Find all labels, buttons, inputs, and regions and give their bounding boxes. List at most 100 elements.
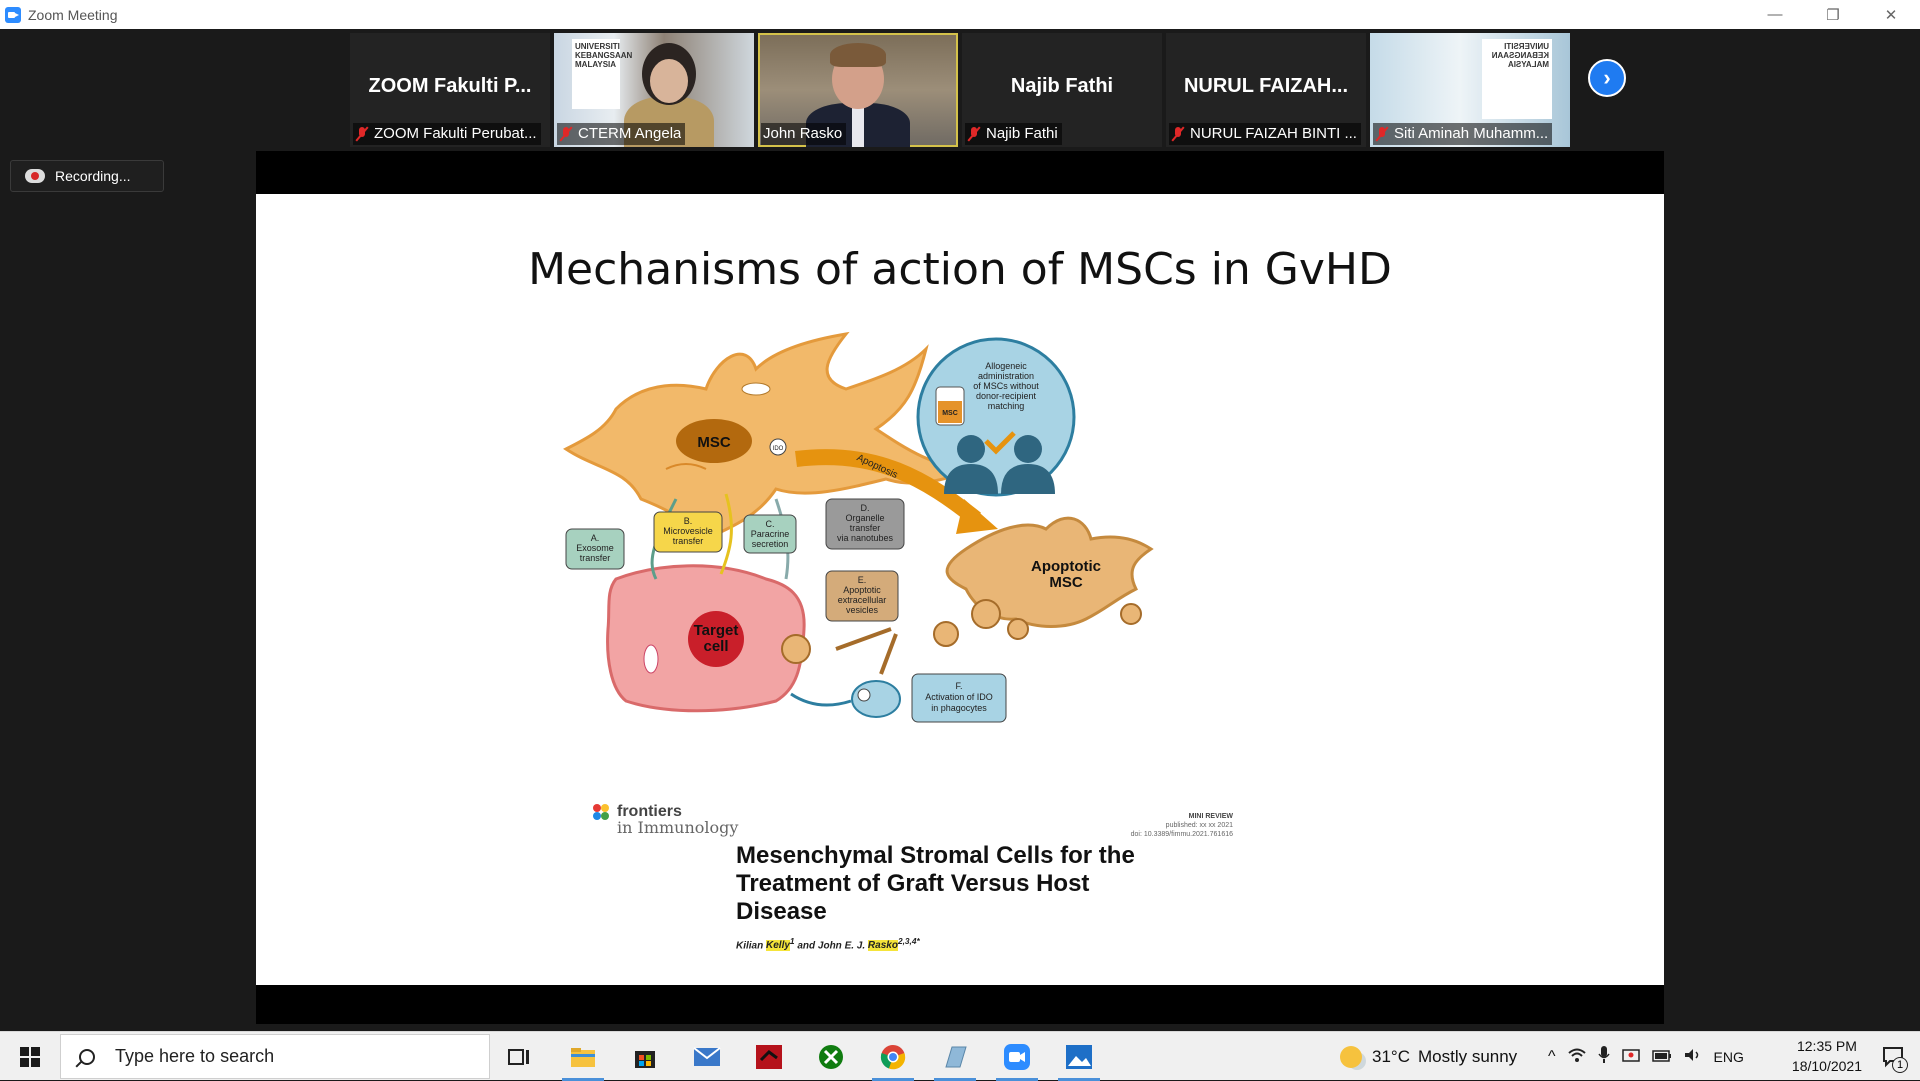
notification-center-icon[interactable]: 1 — [1874, 1032, 1914, 1081]
clock-time: 12:35 PM — [1796, 1038, 1857, 1054]
circle-text: administration — [978, 371, 1034, 381]
photos-icon[interactable] — [1050, 1032, 1108, 1081]
battery-icon[interactable] — [1651, 1049, 1672, 1065]
apoptotic-vesicle — [1120, 603, 1142, 625]
phagocyte-ido — [857, 688, 871, 702]
ido-label: IDO — [773, 446, 784, 452]
poster: UNIVERSITI KEBANGSAAN MALAYSIA — [572, 39, 632, 109]
file-explorer-icon[interactable] — [554, 1032, 612, 1081]
box-d-text: D. — [861, 503, 870, 513]
participant-tile-active-speaker[interactable]: John Rasko — [758, 33, 958, 147]
language-indicator[interactable]: ENG — [1714, 1049, 1744, 1065]
slide-title: Mechanisms of action of MSCs in GvHD — [528, 244, 1392, 295]
participant-display-name: Najib Fathi — [1010, 75, 1114, 97]
circle-text: matching — [988, 401, 1025, 411]
bag-label: MSC — [942, 410, 958, 417]
participant-video-shirt — [852, 105, 864, 147]
frontiers-logo-icon — [593, 804, 613, 824]
participant-name-tag: CTERM Angela — [557, 123, 686, 145]
article-published: published: xx xx 2021 — [1165, 822, 1233, 829]
apoptotic-msc-label: MSC — [1049, 574, 1083, 591]
box-b-text: B. — [684, 516, 693, 526]
box-d-organelle-transfer: D. Organelle transfer via nanotubes — [825, 498, 905, 550]
vesicle-arrow — [879, 633, 898, 675]
microphone-icon[interactable] — [1597, 1046, 1610, 1067]
weather-widget[interactable]: 31°C Mostly sunny — [1340, 1032, 1517, 1081]
taskbar-search-box[interactable]: Type here to search — [60, 1034, 490, 1079]
app-red-icon[interactable] — [740, 1032, 798, 1081]
box-e-text: vesicles — [846, 605, 879, 615]
box-b-microvesicle-transfer: B. Microvesicle transfer — [653, 511, 723, 553]
target-vesicle — [781, 634, 811, 664]
system-tray: ^ ENG — [1548, 1032, 1744, 1081]
mail-icon[interactable] — [678, 1032, 736, 1081]
phagocyte-arrow — [790, 692, 852, 707]
msc-label: MSC — [697, 434, 731, 451]
author-sup: 1 — [789, 936, 795, 946]
article-meta: MINI REVIEW published: xx xx 2021 doi: 1… — [1131, 812, 1233, 839]
volume-icon[interactable] — [1684, 1048, 1702, 1065]
xbox-icon[interactable] — [802, 1032, 860, 1081]
wifi-icon[interactable] — [1567, 1048, 1586, 1065]
box-e-text: Apoptotic — [843, 585, 881, 595]
start-button[interactable] — [0, 1032, 60, 1081]
zoom-app-icon — [5, 6, 21, 23]
box-b-text: Microvesicle — [663, 526, 713, 536]
participant-tile[interactable]: NURUL FAIZAH... NURUL FAIZAH BINTI ... — [1166, 33, 1366, 147]
author-last-highlight: Kelly — [766, 940, 790, 952]
box-c-text: secretion — [752, 539, 789, 549]
notification-count: 1 — [1892, 1057, 1908, 1073]
apoptotic-vesicle — [971, 599, 1001, 629]
chevron-up-icon[interactable]: ^ — [1548, 1048, 1556, 1066]
box-f-ido-activation: F. Activation of IDO in phagocytes — [911, 673, 1007, 723]
participant-name: John Rasko — [763, 125, 843, 142]
restore-button[interactable]: ❐ — [1804, 0, 1862, 29]
mic-muted-icon — [559, 126, 573, 142]
article-type: MINI REVIEW — [1188, 813, 1233, 820]
participant-name: CTERM Angela — [578, 125, 682, 142]
box-f-text: Activation of IDO — [925, 692, 993, 702]
box-b-text: transfer — [673, 536, 704, 546]
recording-indicator[interactable]: Recording... — [10, 160, 164, 192]
circle-text: donor-recipient — [976, 391, 1037, 401]
minimize-button[interactable]: — — [1746, 0, 1804, 29]
participant-name: Siti Aminah Muhamm... — [1394, 125, 1549, 142]
search-placeholder: Type here to search — [115, 1046, 275, 1066]
msc-mitochondria — [741, 382, 771, 396]
close-button[interactable]: ✕ — [1862, 0, 1920, 29]
journal-reference: frontiers in Immunology MINI REVIEW publ… — [593, 804, 1233, 964]
target-cell-label: Target — [694, 622, 739, 639]
meeting-area: ZOOM Fakulti P... ZOOM Fakulti Perubat..… — [0, 29, 1920, 1031]
app-notes-icon[interactable] — [926, 1032, 984, 1081]
search-icon — [79, 1048, 95, 1065]
taskbar-clock[interactable]: 12:35 PM 18/10/2021 — [1792, 1036, 1862, 1076]
mic-muted-icon — [355, 126, 369, 142]
article-doi: doi: 10.3389/fimmu.2021.761616 — [1130, 831, 1233, 838]
zoom-icon[interactable] — [988, 1032, 1046, 1081]
participant-name-tag: ZOOM Fakulti Perubat... — [353, 123, 541, 145]
participant-display-name: ZOOM Fakulti P... — [368, 75, 532, 97]
msc-cell — [563, 331, 977, 541]
chevron-right-icon[interactable]: › — [1588, 59, 1626, 97]
participant-tile[interactable]: Najib Fathi Najib Fathi — [962, 33, 1162, 147]
onedrive-icon[interactable] — [1621, 1048, 1640, 1065]
participant-tile[interactable]: UNIVERSITI KEBANGSAAN MALAYSIA CTERM Ang… — [554, 33, 754, 147]
mic-muted-icon — [967, 126, 981, 142]
paper-authors: Kilian Kelly1 and John E. J. Rasko2,3,4* — [736, 936, 920, 952]
participant-gallery: ZOOM Fakulti P... ZOOM Fakulti Perubat..… — [350, 33, 1574, 147]
participant-video-face — [650, 59, 688, 103]
participant-name: ZOOM Fakulti Perubat... — [374, 125, 537, 142]
participant-tile[interactable]: UNIVERSITI KEBANGSAAN MALAYSIA Siti Amin… — [1370, 33, 1570, 147]
box-e-text: extracellular — [838, 595, 887, 605]
box-a-text: transfer — [580, 553, 611, 563]
logo-line2: in Immunology — [617, 818, 739, 837]
participant-name-tag: Siti Aminah Muhamm... — [1373, 123, 1553, 145]
shared-screen: Mechanisms of action of MSCs in GvHD MSC… — [256, 151, 1664, 1024]
window-title: Zoom Meeting — [28, 6, 118, 23]
participant-name-tag: NURUL FAIZAH BINTI ... — [1169, 123, 1361, 145]
box-f-text: F. — [955, 681, 962, 691]
task-view-icon[interactable] — [490, 1032, 548, 1081]
participant-tile[interactable]: ZOOM Fakulti P... ZOOM Fakulti Perubat..… — [350, 33, 550, 147]
store-icon[interactable] — [616, 1032, 674, 1081]
chrome-icon[interactable] — [864, 1032, 922, 1081]
